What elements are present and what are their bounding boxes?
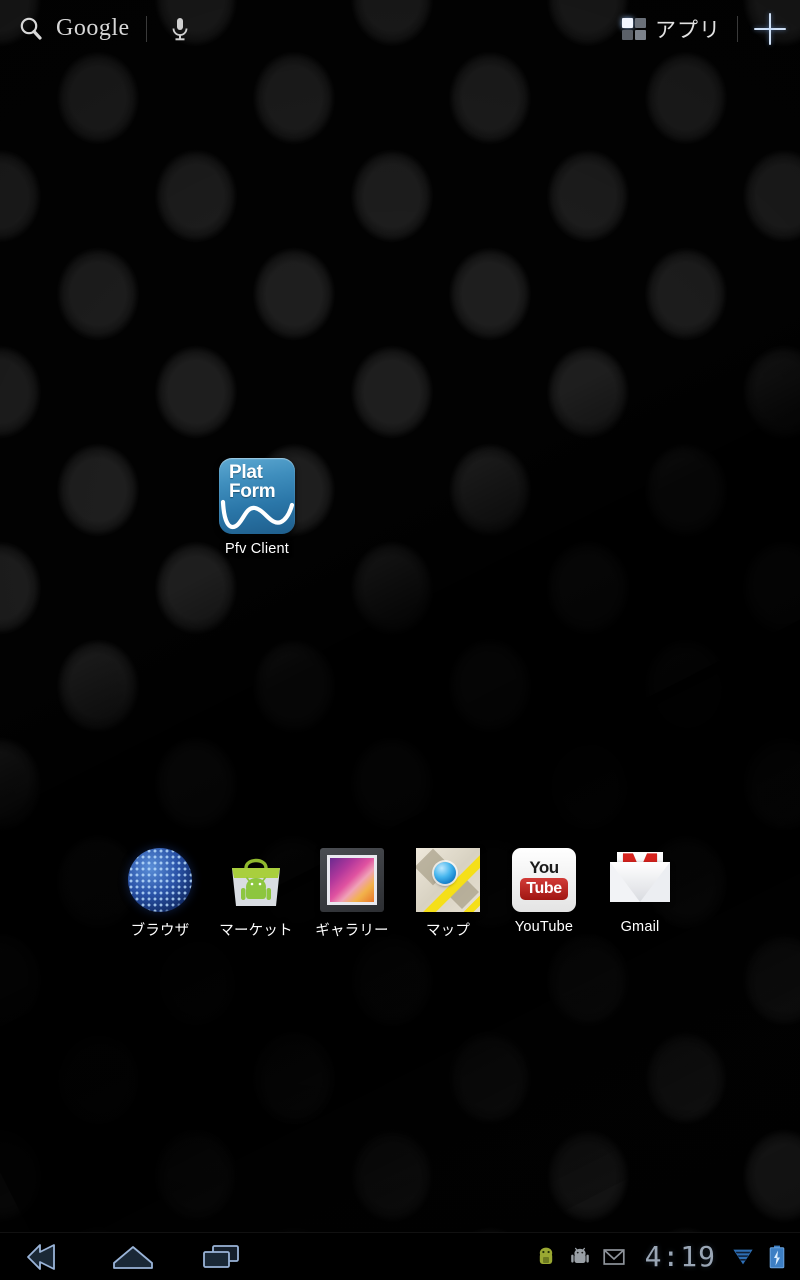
gallery-photo-icon: [320, 848, 384, 912]
android-home-screen: Google アプリ Plat Form Pfv Client ブラウザ マーケ…: [0, 0, 800, 1280]
google-label: Google: [56, 14, 130, 41]
apps-grid-icon: [622, 18, 646, 40]
dock-app-label: マップ: [425, 923, 471, 939]
home-app-label: Pfv Client: [224, 541, 290, 557]
market-bag-icon: [224, 848, 288, 912]
pfv-client-icon: Plat Form: [219, 458, 295, 534]
search-icon[interactable]: [14, 12, 48, 46]
navigation-buttons: [0, 1240, 244, 1274]
search-divider: [145, 16, 147, 42]
pfv-icon-text-plat: Plat: [229, 462, 263, 483]
apps-and-customize-zone: アプリ: [622, 13, 800, 45]
status-icons[interactable]: 4:19: [535, 1240, 800, 1273]
plus-icon[interactable]: [754, 13, 786, 45]
google-search-widget[interactable]: Google: [0, 12, 197, 46]
gmail-notification-icon: [602, 1246, 625, 1268]
dock-app-youtube[interactable]: You Tube YouTube: [492, 848, 596, 935]
recent-apps-icon[interactable]: [198, 1240, 244, 1274]
pfv-wave-glyph: [220, 499, 295, 530]
battery-charging-icon: [766, 1245, 788, 1268]
home-app-pfv-client[interactable]: Plat Form Pfv Client: [205, 458, 309, 557]
dock-app-gmail[interactable]: M Gmail: [588, 848, 692, 935]
youtube-icon: You Tube: [512, 848, 576, 912]
youtube-you-text: You: [529, 858, 559, 877]
wifi-signal-icon: [732, 1246, 754, 1268]
dock-app-market[interactable]: マーケット: [204, 848, 308, 940]
system-bar: 4:19: [0, 1232, 800, 1280]
dock-app-browser[interactable]: ブラウザ: [108, 848, 212, 940]
maps-icon: [416, 848, 480, 912]
map-location-pin-icon: [434, 862, 456, 884]
dock-app-label: Gmail: [620, 919, 660, 935]
gallery-photo-thumb: [327, 855, 377, 905]
usb-debugging-android-icon: [569, 1246, 591, 1268]
all-apps-button[interactable]: アプリ: [622, 14, 721, 44]
dock-app-label: マーケット: [219, 923, 293, 939]
notification-android-yellow-icon: [535, 1246, 557, 1268]
top-bar: Google アプリ: [0, 0, 800, 58]
browser-globe-icon: [128, 848, 192, 912]
back-arrow-icon[interactable]: [22, 1240, 68, 1274]
status-clock: 4:19: [644, 1240, 716, 1273]
dock-app-gallery[interactable]: ギャラリー: [300, 848, 404, 940]
dock-app-label: ブラウザ: [130, 923, 190, 939]
topbar-divider: [737, 16, 738, 42]
apps-label: アプリ: [655, 19, 721, 42]
dock-app-maps[interactable]: マップ: [396, 848, 500, 940]
dock-app-label: ギャラリー: [315, 923, 389, 939]
dock-app-label: YouTube: [514, 919, 574, 935]
wallpaper-vignette: [0, 0, 800, 1280]
gmail-envelope-icon: M: [608, 848, 672, 912]
youtube-tube-text: Tube: [520, 878, 568, 900]
microphone-icon[interactable]: [163, 12, 197, 46]
home-icon[interactable]: [110, 1240, 156, 1274]
